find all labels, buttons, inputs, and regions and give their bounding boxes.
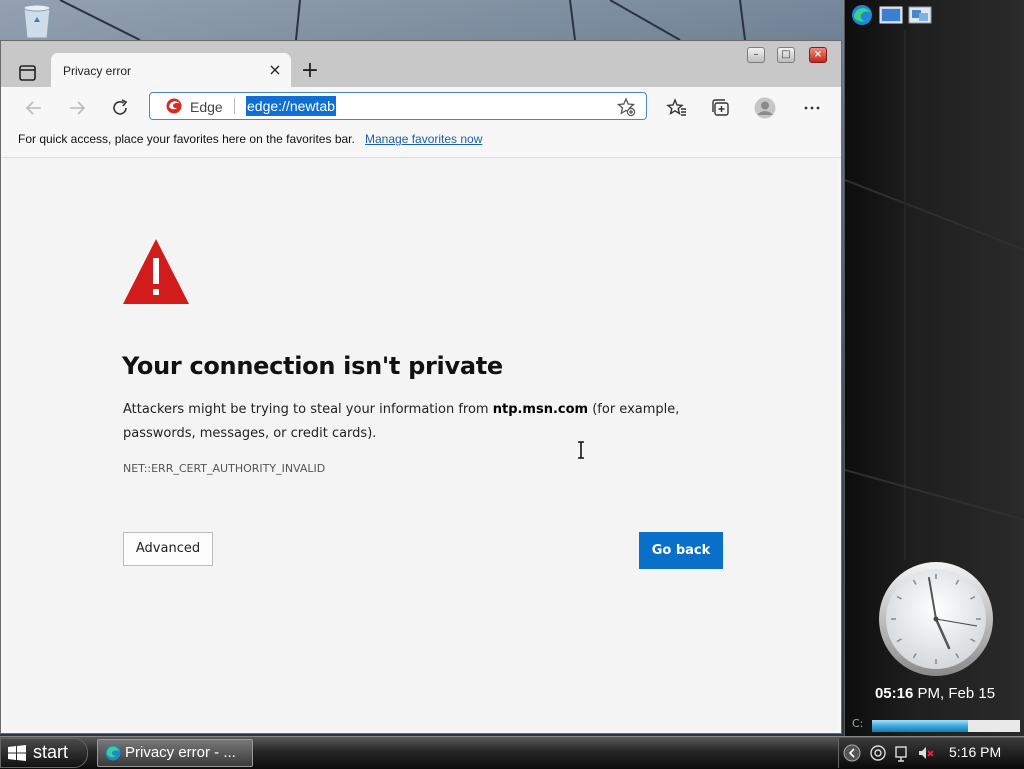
browser-toolbar: Edge edge://newtab xyxy=(1,87,841,127)
url-text[interactable]: edge://newtab xyxy=(246,96,336,116)
tab-title: Privacy error xyxy=(63,64,132,78)
taskbar-item-label: Privacy error - ... xyxy=(125,744,236,761)
favorites-icon[interactable] xyxy=(666,97,688,119)
volume-muted-icon[interactable] xyxy=(917,744,935,762)
recycle-bin-icon[interactable] xyxy=(18,2,56,38)
tray-clock[interactable]: 5:16 PM xyxy=(949,744,1001,760)
edge-taskbar-icon xyxy=(105,745,121,761)
edge-quicklaunch-icon[interactable] xyxy=(850,4,874,26)
start-button[interactable]: start xyxy=(0,738,88,768)
start-label: start xyxy=(33,742,69,762)
tab-close-icon[interactable]: × xyxy=(267,62,283,78)
back-arrow-icon[interactable] xyxy=(23,97,45,119)
tab-strip: Privacy error × + – □ × xyxy=(1,41,841,89)
refresh-icon[interactable] xyxy=(109,97,131,119)
taskbar-item-edge[interactable]: Privacy error - ... xyxy=(97,739,253,767)
network-icon[interactable] xyxy=(869,744,887,762)
error-title: Your connection isn't private xyxy=(122,352,503,380)
taskbar: start Privacy error - ... 5:16 PM xyxy=(0,736,1024,769)
switch-windows-icon[interactable] xyxy=(908,4,932,26)
clock-date: PM, Feb 15 xyxy=(913,685,996,702)
browser-window: Privacy error × + – □ × Edge edge://newt… xyxy=(0,40,842,734)
safely-remove-icon[interactable] xyxy=(893,744,911,762)
system-tray: 5:16 PM xyxy=(838,738,1024,768)
show-desktop-icon[interactable] xyxy=(879,4,903,26)
windows-flag-icon xyxy=(8,745,26,761)
maximize-button[interactable]: □ xyxy=(777,47,795,63)
new-tab-button[interactable]: + xyxy=(299,60,321,83)
favorites-bar: For quick access, place your favorites h… xyxy=(1,127,841,158)
advanced-button[interactable]: Advanced xyxy=(123,532,213,566)
add-favorite-icon[interactable] xyxy=(616,97,636,117)
clock-gadget-time: 05:16 PM, Feb 15 xyxy=(850,685,1020,702)
forward-arrow-icon[interactable] xyxy=(66,97,88,119)
tray-expand-icon[interactable] xyxy=(843,744,861,762)
error-description-prefix: Attackers might be trying to steal your … xyxy=(123,402,493,417)
drive-usage-bar xyxy=(872,720,1020,732)
error-page: Your connection isn't private Attackers … xyxy=(4,158,838,731)
text-cursor-icon xyxy=(578,441,584,459)
clock-gadget[interactable] xyxy=(877,560,995,678)
tab-privacy-error[interactable]: Privacy error × xyxy=(51,53,291,89)
site-identity-label[interactable]: Edge xyxy=(190,99,223,115)
minimize-button[interactable]: – xyxy=(747,47,765,63)
error-description: Attackers might be trying to steal your … xyxy=(123,398,733,446)
settings-more-icon[interactable] xyxy=(801,97,823,119)
warning-triangle-icon xyxy=(123,239,189,304)
favorites-bar-message: For quick access, place your favorites h… xyxy=(18,132,355,146)
drive-meter-gadget: C: xyxy=(852,717,1022,735)
clock-hour: 05:16 xyxy=(874,685,914,702)
drive-label: C: xyxy=(852,717,864,730)
edge-logo-icon xyxy=(166,98,182,114)
collections-icon[interactable] xyxy=(710,97,732,119)
manage-favorites-link[interactable]: Manage favorites now xyxy=(365,132,482,146)
tab-actions-icon[interactable] xyxy=(17,63,39,83)
error-code[interactable]: NET::ERR_CERT_AUTHORITY_INVALID xyxy=(123,462,325,475)
address-bar[interactable]: Edge edge://newtab xyxy=(149,92,647,120)
profile-avatar-icon[interactable] xyxy=(754,97,776,119)
drive-usage-fill xyxy=(872,720,969,732)
address-separator xyxy=(234,98,235,114)
go-back-button[interactable]: Go back xyxy=(639,532,723,569)
error-host: ntp.msn.com xyxy=(492,402,589,417)
sidebar-decoration xyxy=(845,30,1024,560)
close-window-button[interactable]: × xyxy=(809,47,827,63)
